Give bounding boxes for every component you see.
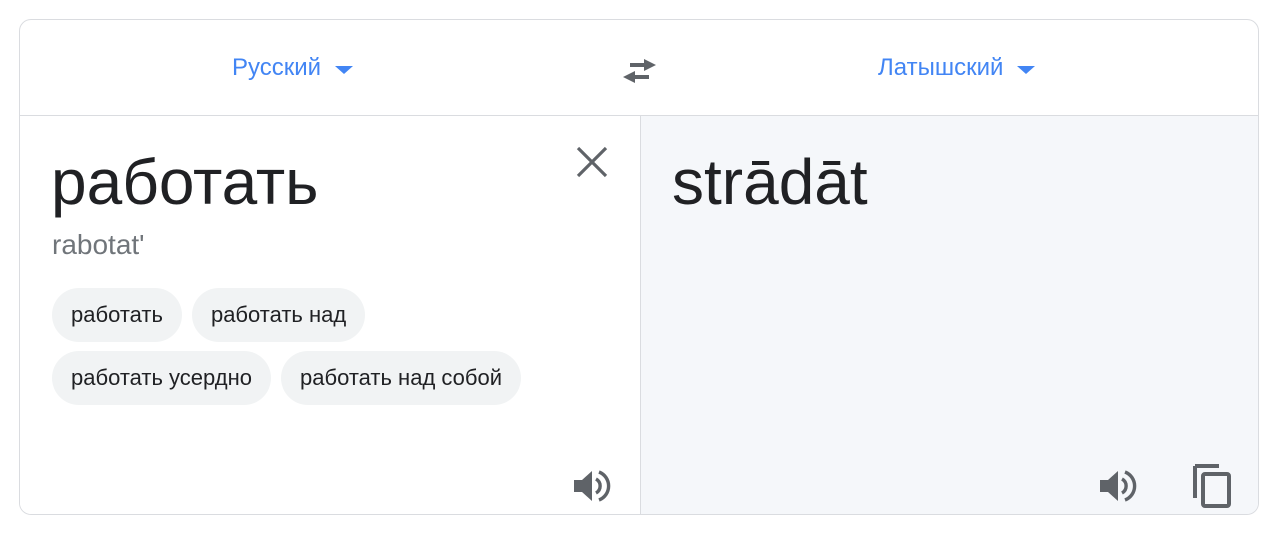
suggestion-chips: работать работать над работать усердно р… bbox=[52, 288, 612, 414]
target-language-selector[interactable]: Латышский bbox=[878, 52, 1036, 84]
swap-icon bbox=[623, 59, 656, 83]
suggestion-chip[interactable]: работать усердно bbox=[52, 351, 271, 405]
source-language-selector[interactable]: Русский bbox=[232, 52, 354, 84]
translate-card: Русский Латышский работать rabotat' рабо… bbox=[19, 19, 1259, 515]
chevron-down-icon bbox=[335, 65, 354, 74]
copy-icon bbox=[1193, 464, 1231, 508]
clear-source-button[interactable] bbox=[572, 142, 612, 182]
language-bar: Русский Латышский bbox=[20, 20, 1258, 116]
copy-translation-button[interactable] bbox=[1189, 460, 1237, 512]
suggestion-chip[interactable]: работать над bbox=[191, 288, 366, 342]
listen-translation-button[interactable] bbox=[1096, 466, 1140, 506]
source-transliteration: rabotat' bbox=[52, 229, 145, 260]
chevron-down-icon bbox=[1017, 65, 1036, 74]
speaker-icon bbox=[574, 470, 611, 502]
swap-languages-button[interactable] bbox=[618, 50, 662, 90]
translation-output: strādāt bbox=[672, 146, 868, 218]
source-pane: работать rabotat' работать работать над … bbox=[20, 116, 640, 514]
suggestion-chip[interactable]: работать bbox=[52, 288, 182, 342]
target-language-label: Латышский bbox=[878, 54, 1004, 81]
listen-source-button[interactable] bbox=[570, 466, 614, 506]
target-pane: strādāt bbox=[640, 116, 1258, 514]
suggestion-chip[interactable]: работать над собой bbox=[281, 351, 521, 405]
source-language-label: Русский bbox=[232, 54, 322, 81]
close-icon bbox=[576, 146, 608, 178]
suggestion-row: работать усердно работать над собой bbox=[52, 351, 612, 405]
source-text-input[interactable]: работать bbox=[51, 144, 318, 220]
suggestion-row: работать работать над bbox=[52, 288, 612, 342]
speaker-icon bbox=[1100, 470, 1137, 502]
